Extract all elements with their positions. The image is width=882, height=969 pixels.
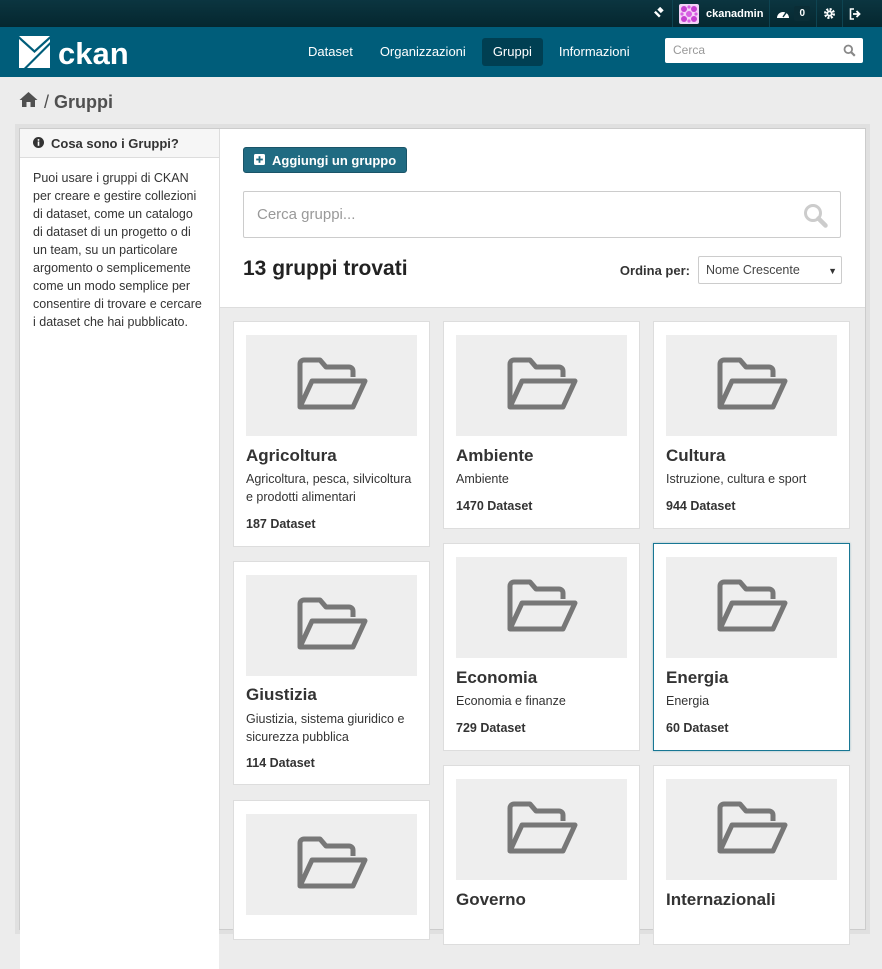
add-group-label: Aggiungi un gruppo xyxy=(272,152,397,168)
group-card[interactable]: Giustizia Giustizia, sistema giuridico e… xyxy=(233,561,430,785)
group-description: Istruzione, cultura e sport xyxy=(666,472,807,486)
logout-link[interactable] xyxy=(842,0,868,27)
group-dataset-count: 1470 Dataset xyxy=(456,499,533,513)
caret-down-icon: ▼ xyxy=(828,266,837,276)
dashboard-icon xyxy=(776,8,790,20)
user-link[interactable]: ckanadmin xyxy=(671,0,769,27)
group-description: Energia xyxy=(666,694,710,708)
breadcrumb-separator: / xyxy=(44,91,50,112)
activity-badge: 0 xyxy=(794,6,810,21)
main-content: Aggiungi un gruppo 13 gruppi trovati Ord… xyxy=(220,129,865,945)
gavel-icon xyxy=(653,7,666,20)
folder-open-icon xyxy=(715,577,789,638)
plus-square-icon xyxy=(254,153,272,168)
sort-label: Ordina per: xyxy=(619,262,690,278)
group-dataset-count: 187 Dataset xyxy=(246,517,316,531)
group-image[interactable] xyxy=(666,779,837,880)
sign-out-icon xyxy=(849,7,862,20)
group-image[interactable] xyxy=(246,335,417,436)
breadcrumb: / Gruppi xyxy=(19,91,113,113)
group-title[interactable]: Giustizia xyxy=(246,685,317,705)
group-card[interactable]: Governo xyxy=(443,765,640,945)
search-icon[interactable] xyxy=(803,203,828,231)
group-image[interactable] xyxy=(666,557,837,658)
ckan-logo-icon xyxy=(19,36,50,71)
avatar xyxy=(678,3,699,24)
group-card[interactable]: Cultura Istruzione, cultura e sport 944 … xyxy=(653,321,850,529)
account-bar: ckanadmin 0 xyxy=(0,0,882,27)
sidebar: Cosa sono i Gruppi? Puoi usare i gruppi … xyxy=(20,129,220,969)
site-search-input[interactable] xyxy=(665,38,851,61)
home-icon[interactable] xyxy=(19,91,38,113)
group-image[interactable] xyxy=(246,814,417,915)
group-title[interactable]: Agricoltura xyxy=(246,446,337,466)
site-search xyxy=(665,38,863,63)
sysadmin-link[interactable] xyxy=(647,0,672,27)
group-title[interactable]: Cultura xyxy=(666,446,726,466)
folder-open-icon xyxy=(505,577,579,638)
sort-value: Nome Crescente xyxy=(706,263,800,277)
group-card[interactable]: Internazionali xyxy=(653,765,850,945)
group-card[interactable]: Economia Economia e finanze 729 Dataset xyxy=(443,543,640,751)
group-search xyxy=(243,191,841,238)
folder-open-icon xyxy=(505,355,579,416)
folder-open-icon xyxy=(295,834,369,895)
sidebar-description: Puoi usare i gruppi di CKAN per creare e… xyxy=(20,158,219,969)
folder-open-icon xyxy=(295,595,369,656)
group-title[interactable]: Energia xyxy=(666,668,728,688)
group-description: Ambiente xyxy=(456,472,509,486)
group-dataset-count: 60 Dataset xyxy=(666,721,729,735)
logo-text: ckan xyxy=(58,35,129,71)
group-title[interactable]: Ambiente xyxy=(456,446,533,466)
add-group-button[interactable]: Aggiungi un gruppo xyxy=(243,147,408,173)
nav-organizzazioni[interactable]: Organizzazioni xyxy=(369,38,477,66)
group-dataset-count: 729 Dataset xyxy=(456,721,526,735)
group-title[interactable]: Economia xyxy=(456,668,537,688)
group-image[interactable] xyxy=(666,335,837,436)
group-image[interactable] xyxy=(456,779,627,880)
group-card-highlighted[interactable]: Energia Energia 60 Dataset xyxy=(653,543,850,751)
gear-icon xyxy=(823,7,836,20)
content-wrapper: Cosa sono i Gruppi? Puoi usare i gruppi … xyxy=(19,128,866,969)
folder-open-icon xyxy=(715,799,789,860)
group-title[interactable]: Internazionali xyxy=(666,890,776,910)
group-dataset-count: 114 Dataset xyxy=(246,756,315,770)
folder-open-icon xyxy=(295,355,369,416)
group-image[interactable] xyxy=(456,335,627,436)
group-description: Economia e finanze xyxy=(456,694,566,708)
group-description: Giustizia, sistema giuridico e sicurezza… xyxy=(246,712,405,744)
dashboard-link[interactable]: 0 xyxy=(769,0,816,27)
main-nav: Dataset Organizzazioni Gruppi Informazio… xyxy=(297,38,646,66)
group-search-input[interactable] xyxy=(244,192,810,237)
results-count: 13 gruppi trovati xyxy=(243,257,408,280)
nav-gruppi[interactable]: Gruppi xyxy=(481,38,543,66)
ckan-logo[interactable]: ckan xyxy=(19,36,129,71)
main-header: Aggiungi un gruppo 13 gruppi trovati Ord… xyxy=(220,129,865,308)
masthead: ckan Dataset Organizzazioni Gruppi Infor… xyxy=(0,27,882,77)
folder-open-icon xyxy=(505,799,579,860)
nav-dataset[interactable]: Dataset xyxy=(297,38,364,66)
sort-control: Ordina per: Nome Crescente ▼ xyxy=(620,256,842,284)
username: ckanadmin xyxy=(705,7,764,20)
group-image[interactable] xyxy=(456,557,627,658)
folder-open-icon xyxy=(715,355,789,416)
breadcrumb-current[interactable]: Gruppi xyxy=(54,92,113,113)
group-title[interactable]: Governo xyxy=(456,890,526,910)
info-icon xyxy=(33,136,51,151)
nav-informazioni[interactable]: Informazioni xyxy=(548,38,641,66)
group-card[interactable] xyxy=(233,800,430,940)
sidebar-heading: Cosa sono i Gruppi? xyxy=(20,129,219,158)
search-icon[interactable] xyxy=(843,44,856,60)
settings-link[interactable] xyxy=(816,0,842,27)
group-description: Agricoltura, pesca, silvicoltura e prodo… xyxy=(246,472,412,504)
sidebar-heading-text: Cosa sono i Gruppi? xyxy=(51,135,179,151)
group-card[interactable]: Agricoltura Agricoltura, pesca, silvicol… xyxy=(233,321,430,547)
group-card[interactable]: Ambiente Ambiente 1470 Dataset xyxy=(443,321,640,529)
group-image[interactable] xyxy=(246,575,417,676)
sort-select[interactable]: Nome Crescente ▼ xyxy=(698,256,842,284)
group-dataset-count: 944 Dataset xyxy=(666,499,736,513)
